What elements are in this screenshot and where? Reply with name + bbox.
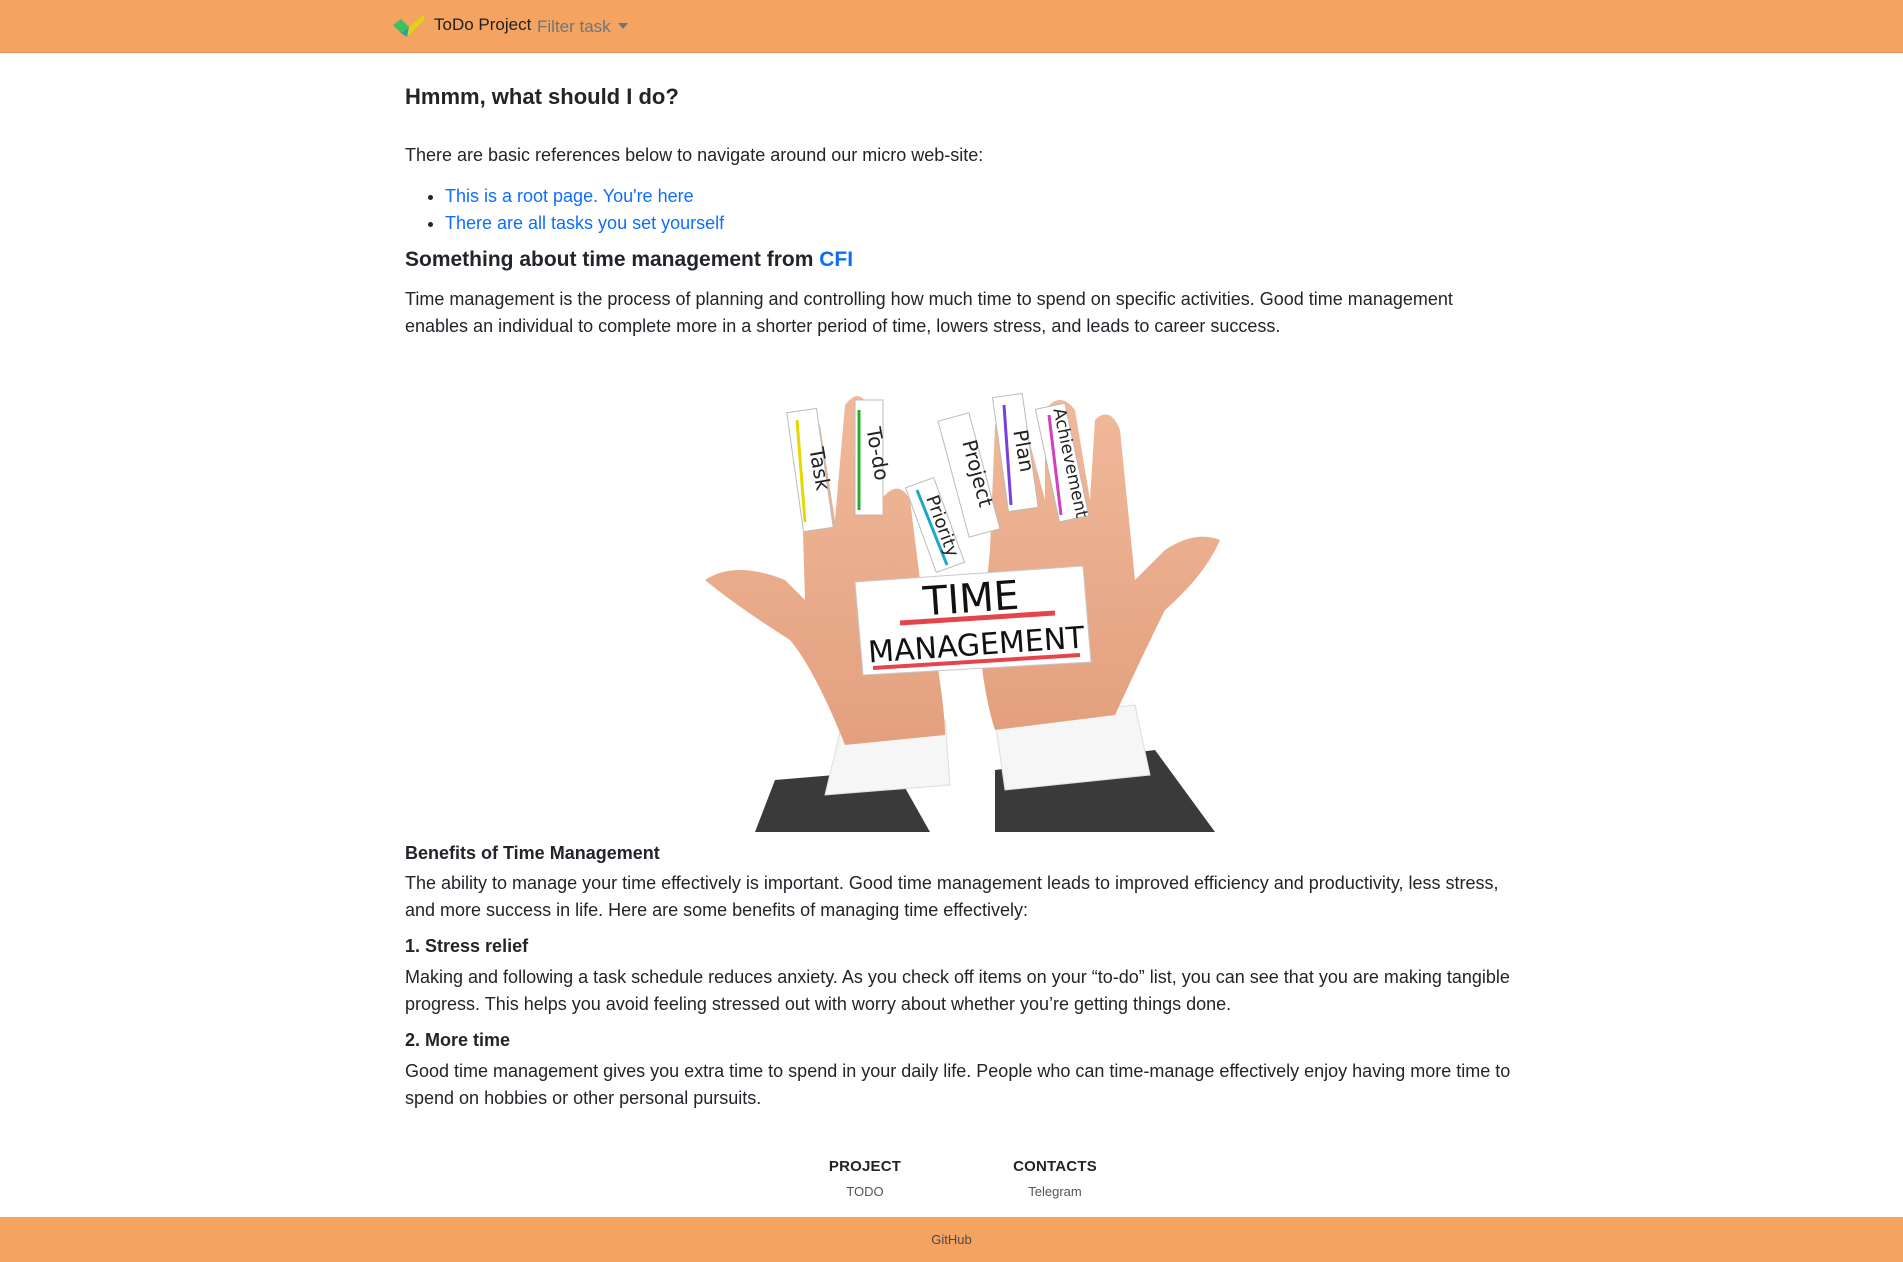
hands-illustration: Task To-do Priority Project Plan Achieve… [695,350,1230,832]
benefits-heading: Benefits of Time Management [405,843,660,863]
time-management-image: Task To-do Priority Project Plan Achieve… [695,350,1230,832]
filter-task-label: Filter task [537,17,611,36]
footer-link-todo[interactable]: TODO [795,1184,935,1199]
footer-heading: CONTACTS [1013,1158,1097,1175]
benefit-1-title: 1. Stress relief [405,936,529,956]
palm-card: TIME MANAGEMENT [854,565,1092,676]
section-title-text: Something about time management from [405,248,814,271]
footer-link-telegram[interactable]: Telegram [985,1184,1125,1199]
filter-task-dropdown[interactable]: Filter task [537,17,628,37]
brand-name[interactable]: ToDo Project [434,15,531,35]
benefit-2-text: Good time management gives you extra tim… [405,1061,1511,1108]
list-item: This is a root page. You're here [445,183,724,210]
benefit-1-text: Making and following a task schedule red… [405,967,1510,1014]
cfi-link[interactable]: CFI [819,248,853,271]
bottom-footer: GitHub [0,1217,1903,1262]
page-title: Hmmm, what should I do? [405,84,679,109]
top-navbar: ToDo Project Filter task [0,0,1903,53]
benefits-intro: The ability to manage your time effectiv… [405,873,1499,920]
caret-down-icon [617,23,628,29]
benefit-2-title: 2. More time [405,1030,511,1050]
all-tasks-link[interactable]: There are all tasks you set yourself [445,213,724,233]
checkmark-logo-icon[interactable] [393,13,425,39]
list-item: There are all tasks you set yourself [445,210,724,237]
github-link[interactable]: GitHub [931,1232,971,1247]
section-title: Something about time management from CFI [405,248,853,272]
reference-list: This is a root page. You're here There a… [405,183,724,237]
footer-columns: PROJECT TODO CONTACTS Telegram [0,1158,1903,1218]
footer-heading: PROJECT [828,1158,902,1175]
footer-column-project: PROJECT TODO [795,1158,935,1199]
root-page-link[interactable]: This is a root page. You're here [445,186,694,206]
definition-paragraph: Time management is the process of planni… [405,289,1453,336]
footer-column-contacts: CONTACTS Telegram [985,1158,1125,1199]
intro-text: There are basic references below to navi… [405,145,984,165]
